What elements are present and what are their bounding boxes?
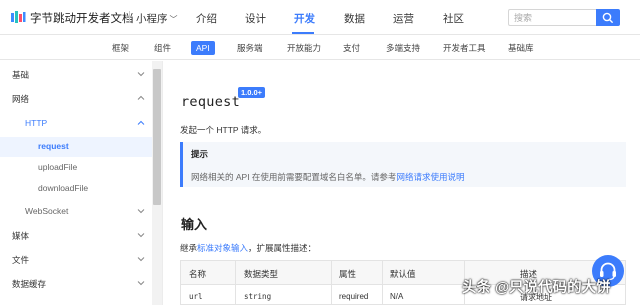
sidebar-scrollbar-thumb[interactable]: [153, 69, 161, 205]
column-header-default: 默认值: [390, 269, 416, 279]
sidebar-item-storage[interactable]: 数据缓存: [0, 274, 152, 294]
search-icon: [602, 12, 613, 23]
product-selector[interactable]: 小程序 ﹀: [136, 11, 178, 26]
column-header-type: 数据类型: [244, 269, 279, 279]
subnav-api[interactable]: API: [191, 41, 215, 55]
cell-attribute: required: [339, 292, 369, 301]
nav-active-indicator: [292, 32, 314, 34]
chevron-down-icon: [137, 257, 145, 262]
standard-input-link[interactable]: 标准对象输入: [197, 243, 248, 253]
inherit-suffix: ，扩展属性描述：: [248, 243, 317, 253]
tip-title: 提示: [191, 149, 209, 159]
sidebar-item-http[interactable]: HTTP: [0, 114, 152, 134]
subnav-base-library[interactable]: 基础库: [508, 42, 534, 54]
sidebar-item-uploadfile[interactable]: uploadFile: [0, 158, 152, 178]
subnav-components[interactable]: 组件: [154, 42, 171, 54]
sidebar-item-label: HTTP: [25, 118, 48, 128]
main-content: request 1.0.0+ 发起一个 HTTP 请求。 提示 网络相关的 AP…: [164, 61, 640, 305]
sidebar-item-network[interactable]: 网络: [0, 89, 152, 109]
chevron-down-icon: [137, 281, 145, 286]
nav-design[interactable]: 设计: [245, 11, 266, 26]
cell-type: string: [244, 292, 272, 301]
page-title: request: [181, 94, 240, 110]
tip-box: 提示 网络相关的 API 在使用前需要配置域名白名单。请参考网络请求使用说明: [180, 142, 626, 187]
sub-navbar: 框架 组件 API 服务端 开放能力 支付 多端支持 开发者工具 基础库: [0, 36, 640, 60]
sidebar-item-label: 媒体: [12, 231, 30, 241]
network-usage-link[interactable]: 网络请求使用说明: [396, 172, 464, 182]
inherit-prefix: 继承: [180, 243, 198, 253]
chevron-down-icon: [137, 233, 145, 238]
table-column-divider: [235, 261, 236, 305]
nav-operations[interactable]: 运营: [393, 11, 414, 26]
subnav-open-capability[interactable]: 开放能力: [287, 42, 321, 54]
tip-text: 网络相关的 API 在使用前需要配置域名白名单。请参考网络请求使用说明: [191, 171, 464, 183]
cell-name: url: [189, 292, 203, 301]
sidebar-item-file[interactable]: 文件: [0, 250, 152, 270]
sidebar-item-downloadfile[interactable]: downloadFile: [0, 179, 152, 199]
tip-text-body: 网络相关的 API 在使用前需要配置域名白名单。请参考: [191, 172, 397, 182]
sidebar-item-label: 网络: [12, 94, 30, 104]
sidebar-item-label: 数据缓存: [12, 279, 47, 289]
sidebar-item-label: 文件: [12, 255, 30, 265]
subnav-payment[interactable]: 支付: [343, 42, 360, 54]
product-label: 小程序: [136, 13, 168, 25]
sidebar-item-media[interactable]: 媒体: [0, 226, 152, 246]
bytedance-logo-icon[interactable]: [10, 9, 26, 25]
inherit-text: 继承标准对象输入，扩展属性描述：: [180, 242, 316, 254]
divider: [129, 11, 130, 23]
nav-community[interactable]: 社区: [443, 11, 464, 26]
nav-data[interactable]: 数据: [344, 11, 365, 26]
table-column-divider: [331, 261, 332, 305]
nav-develop[interactable]: 开发: [294, 11, 315, 26]
input-heading: 输入: [181, 217, 208, 232]
page-description: 发起一个 HTTP 请求。: [180, 125, 267, 135]
sidebar-item-request[interactable]: request: [0, 137, 152, 157]
chevron-down-icon: [137, 209, 145, 214]
sidebar-item-label: uploadFile: [38, 162, 78, 172]
table-column-divider: [382, 261, 383, 305]
subnav-multiplatform[interactable]: 多端支持: [386, 42, 420, 54]
sidebar: 基础 网络 HTTP request uploadFile downloadFi…: [0, 61, 163, 305]
sidebar-item-label: WebSocket: [25, 206, 69, 216]
app-root: 字节跳动开发者文档 小程序﹀ 介绍 设计 开发 数据 运营 社区 框架 组件 A…: [0, 0, 640, 305]
watermark: 头条 @只说代码的大饼: [462, 280, 611, 296]
sidebar-item-label: 基础: [12, 70, 30, 80]
search-button[interactable]: [596, 9, 620, 26]
sidebar-item-basic[interactable]: 基础: [0, 65, 152, 85]
column-header-name: 名称: [189, 269, 207, 279]
sidebar-item-label: request: [38, 141, 69, 151]
chevron-down-icon: [137, 72, 145, 77]
subnav-devtools[interactable]: 开发者工具: [443, 42, 486, 54]
nav-intro[interactable]: 介绍: [196, 11, 217, 26]
version-badge: 1.0.0+: [238, 87, 266, 98]
column-header-attribute: 属性: [339, 269, 357, 279]
sidebar-item-websocket[interactable]: WebSocket: [0, 202, 152, 222]
cell-default: N/A: [390, 292, 404, 301]
chevron-up-icon: [137, 95, 145, 100]
chevron-down-icon: ﹀: [169, 15, 178, 24]
chevron-up-icon: [137, 120, 145, 125]
subnav-framework[interactable]: 框架: [112, 42, 129, 54]
brand-title[interactable]: 字节跳动开发者文档: [30, 10, 134, 26]
subnav-server[interactable]: 服务端: [237, 42, 263, 54]
search-input[interactable]: [508, 9, 596, 26]
top-navbar: 字节跳动开发者文档 小程序 ﹀ 介绍 设计 开发 数据 运营 社区: [0, 0, 640, 35]
sidebar-item-label: downloadFile: [38, 183, 89, 193]
